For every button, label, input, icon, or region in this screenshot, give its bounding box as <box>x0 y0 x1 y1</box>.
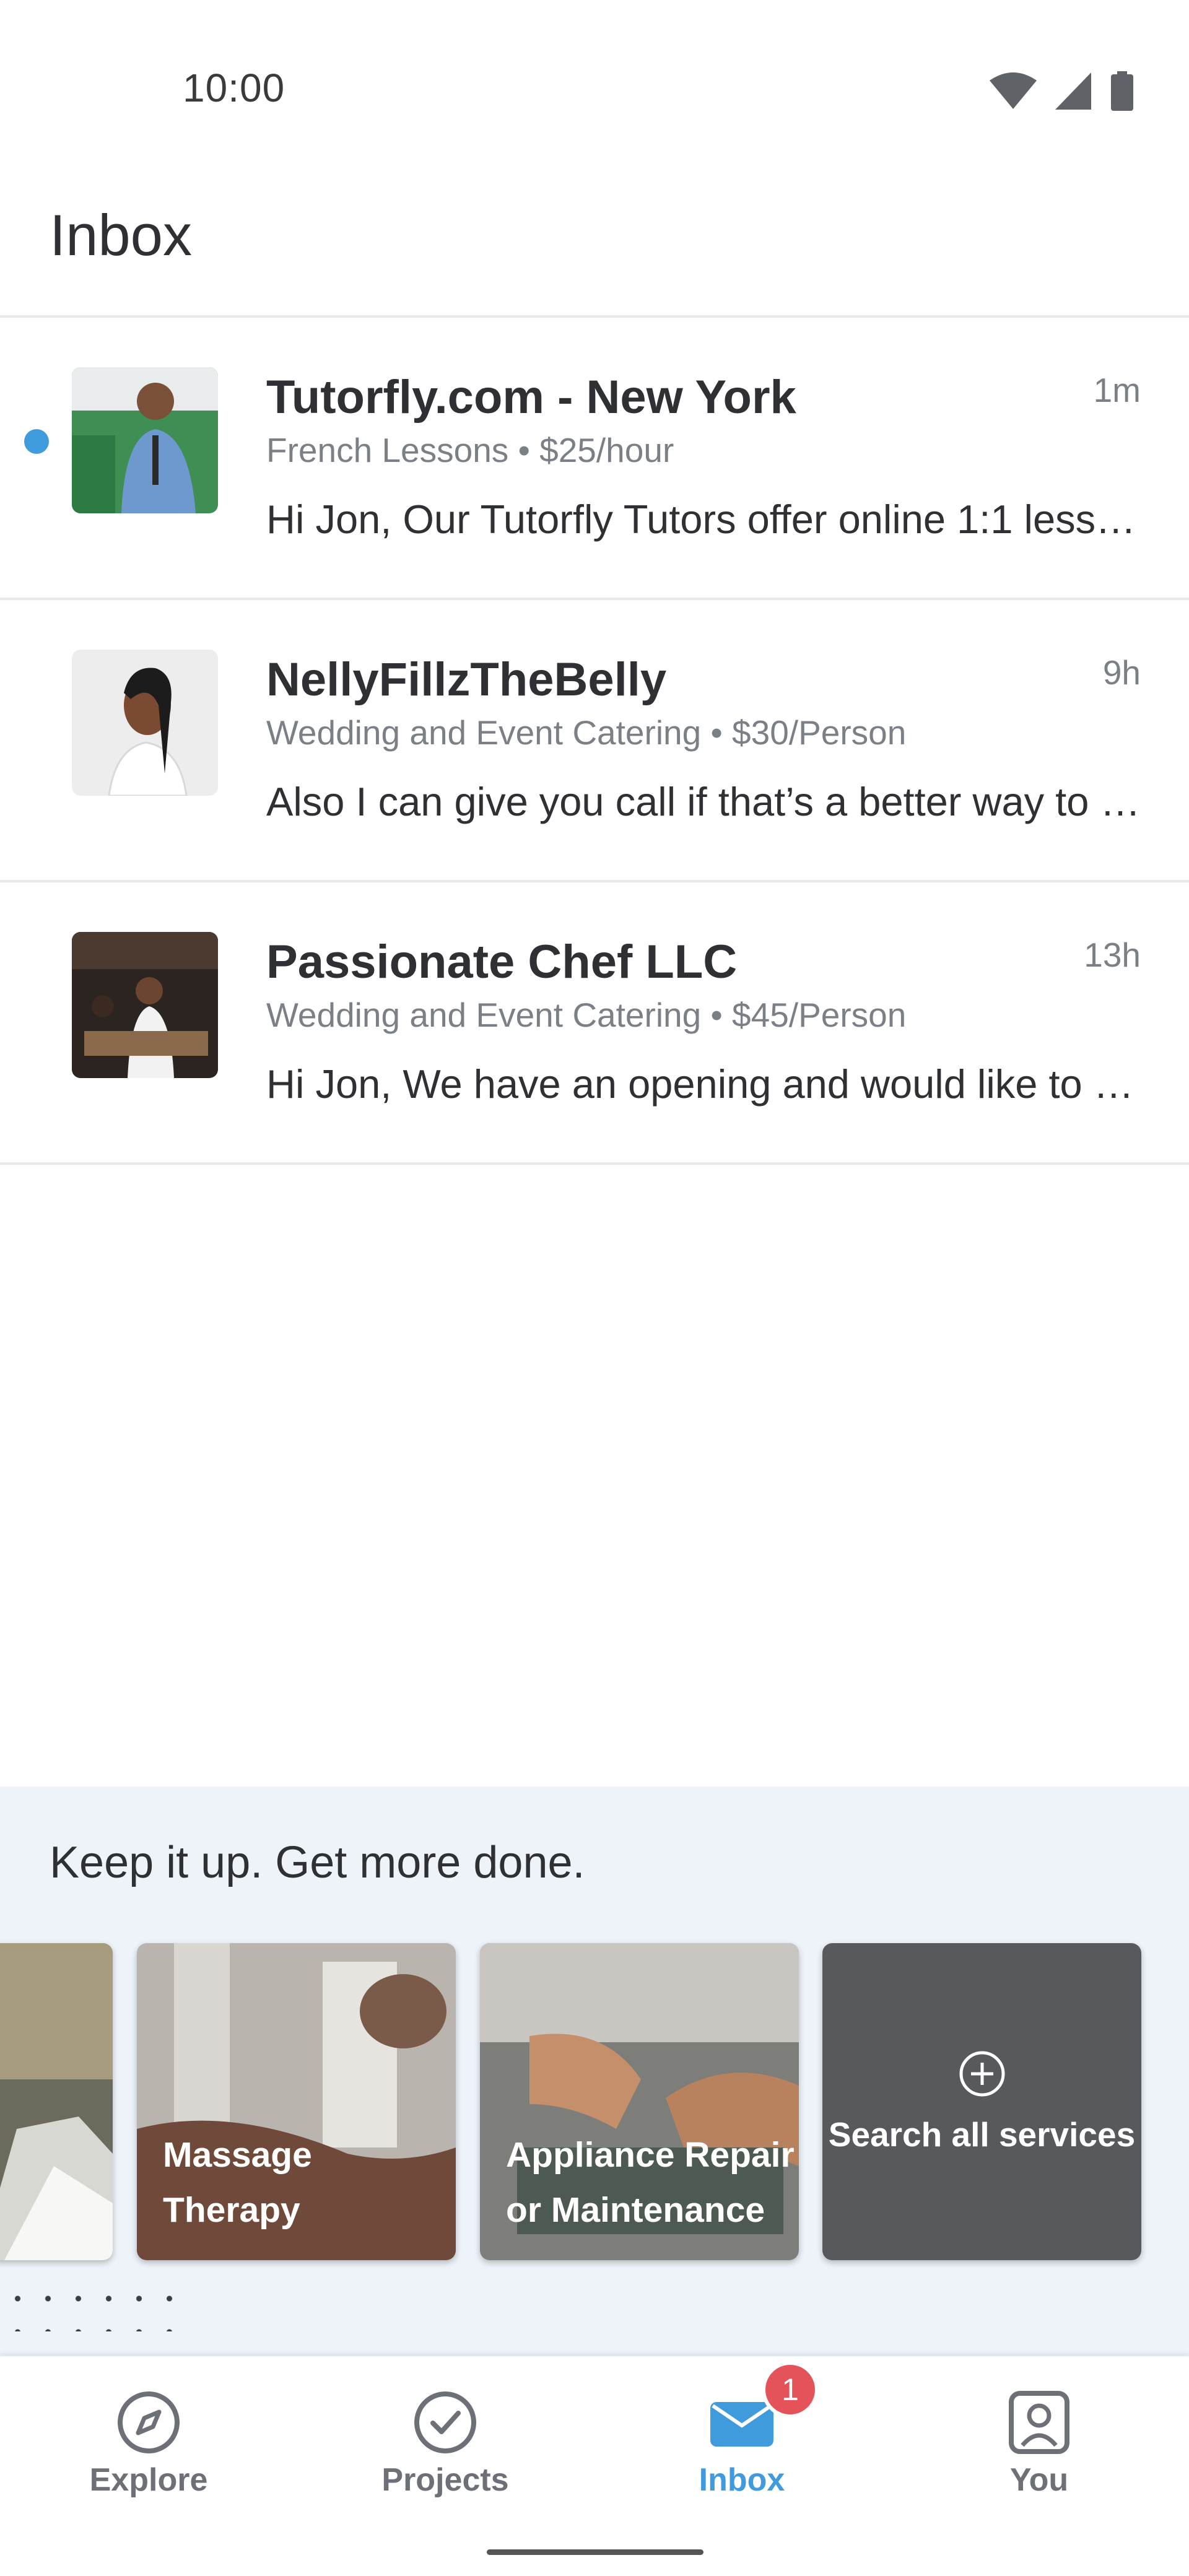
profile-icon <box>1009 2391 1069 2454</box>
message-row[interactable]: NellyFillzTheBelly 9h Wedding and Event … <box>0 600 1189 882</box>
nav-label: You <box>1009 2462 1069 2498</box>
message-row[interactable]: Passionate Chef LLC 13h Wedding and Even… <box>0 882 1189 1165</box>
promo-heading: Keep it up. Get more done. <box>50 1838 585 1887</box>
service-info: Wedding and Event Catering • $45/Person <box>266 996 907 1034</box>
notification-badge: 1 <box>762 2361 819 2418</box>
carousel-dots <box>2 2282 188 2331</box>
service-info: Wedding and Event Catering • $30/Person <box>266 713 907 752</box>
nav-explore[interactable]: Explore <box>62 2388 235 2499</box>
card-label: Appliance Repair or Maintenance <box>506 2135 795 2230</box>
service-card-partial[interactable]: oval <box>0 1943 113 2260</box>
message-list: Tutorfly.com - New York 1m French Lesson… <box>0 318 1189 1165</box>
bottom-navigation: Explore Projects Inbox 1 You <box>0 2356 1189 2576</box>
nav-label: Inbox <box>699 2462 785 2498</box>
search-all-services-card[interactable]: Search all services <box>822 1943 1141 2260</box>
status-time: 10:00 <box>183 66 285 110</box>
service-card-appliance[interactable]: Appliance Repair or Maintenance <box>480 1943 799 2260</box>
message-time: 13h <box>1084 936 1141 974</box>
nav-label: Projects <box>381 2462 509 2498</box>
app-header: Inbox <box>0 142 1189 318</box>
wifi-icon <box>990 72 1037 109</box>
avatar <box>72 650 218 796</box>
sender-name: Passionate Chef LLC <box>266 936 738 988</box>
service-card-massage[interactable]: Massage Therapy <box>137 1943 456 2260</box>
page-title: Inbox <box>50 202 192 268</box>
battery-icon <box>1111 71 1133 111</box>
compass-icon <box>118 2391 180 2453</box>
avatar <box>72 367 218 513</box>
nav-you[interactable]: You <box>952 2388 1126 2499</box>
message-row[interactable]: Tutorfly.com - New York 1m French Lesson… <box>0 318 1189 600</box>
signal-icon <box>1055 72 1091 110</box>
message-preview: Also I can give you call if that’s a bet… <box>266 779 1141 824</box>
message-time: 9h <box>1102 653 1141 692</box>
nav-label: Explore <box>89 2462 208 2498</box>
status-icons <box>990 69 1135 113</box>
unread-indicator <box>24 429 49 454</box>
check-circle-icon <box>414 2391 476 2453</box>
message-preview: Hi Jon, Our Tutorfly Tutors offer online… <box>266 497 1141 542</box>
plus-circle-icon <box>959 2051 1004 2097</box>
message-time: 1m <box>1093 371 1141 409</box>
message-preview: Hi Jon, We have an opening and would lik… <box>266 1061 1141 1107</box>
service-info: French Lessons • $25/hour <box>266 431 674 469</box>
card-label: Massage Therapy <box>163 2135 312 2230</box>
nav-projects[interactable]: Projects <box>359 2388 532 2499</box>
home-indicator[interactable] <box>487 2549 703 2555</box>
sender-name: Tutorfly.com - New York <box>266 371 796 424</box>
search-all-services-label: Search all services <box>828 2115 1136 2154</box>
sender-name: NellyFillzTheBelly <box>266 653 667 706</box>
avatar <box>72 932 218 1078</box>
promo-section: Keep it up. Get more done. oval Massage … <box>0 1786 1189 2356</box>
status-bar: 10:00 <box>0 0 1189 142</box>
